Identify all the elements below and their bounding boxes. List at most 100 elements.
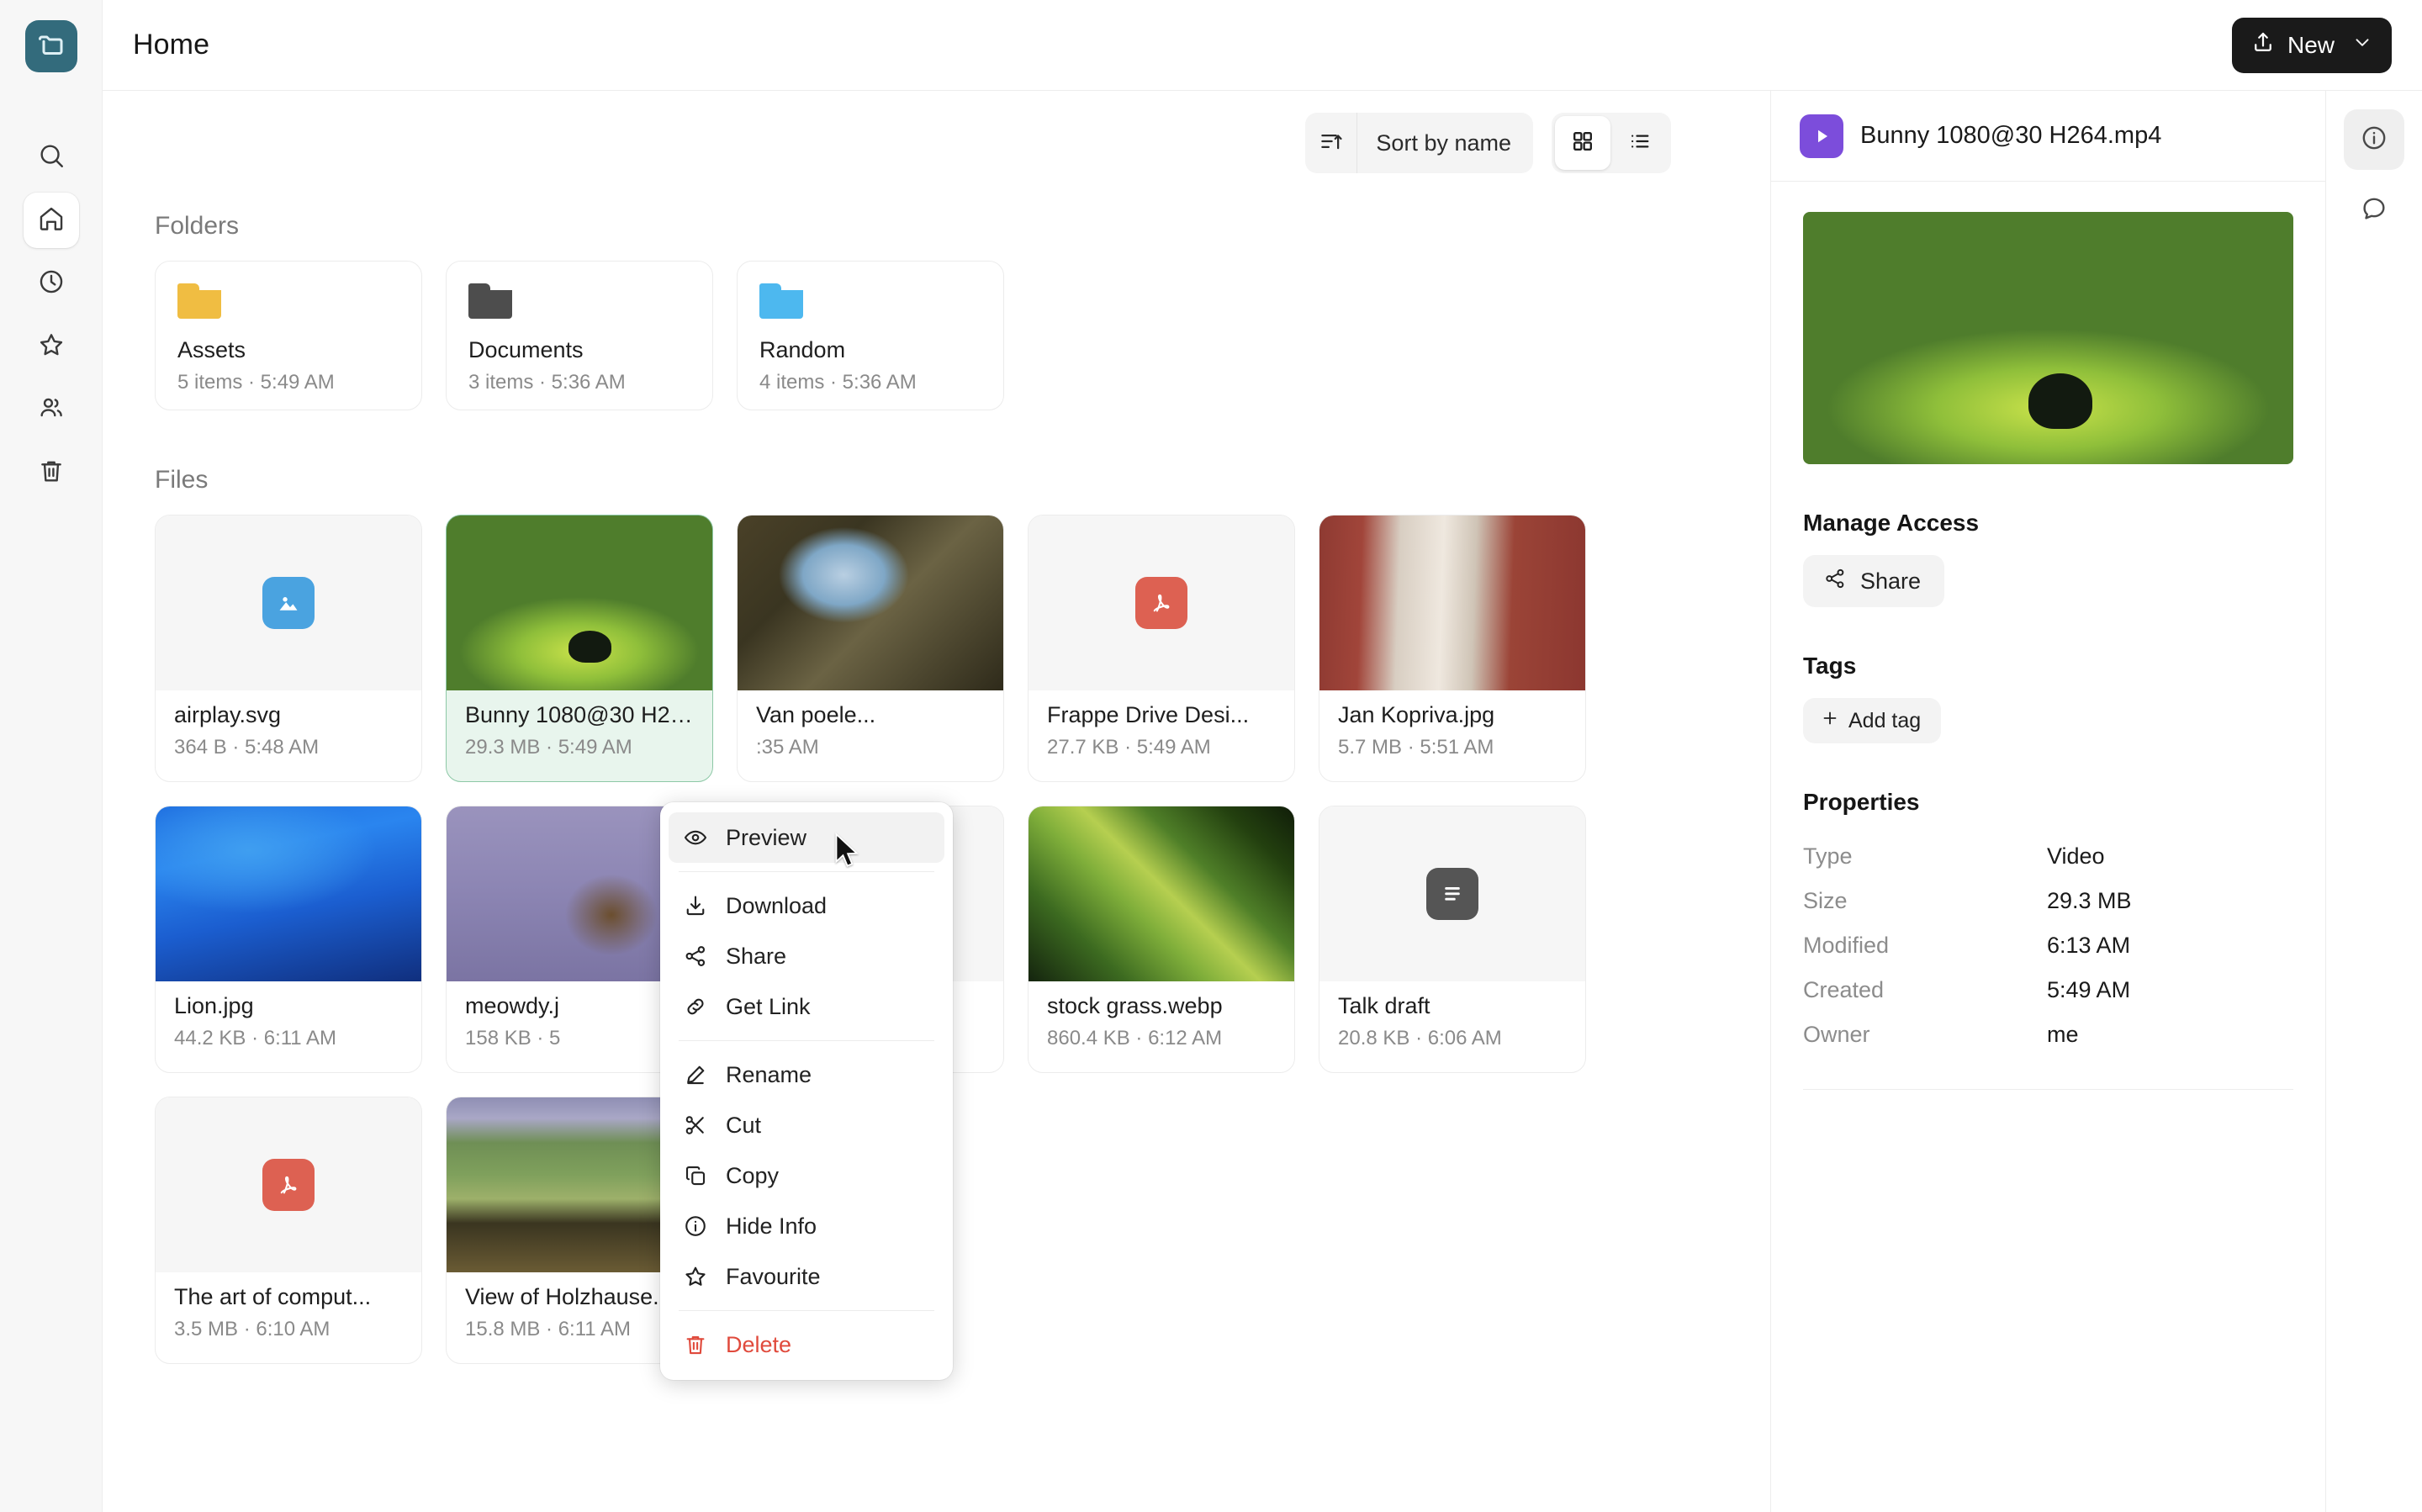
sort-control[interactable]: Sort by name	[1305, 113, 1533, 173]
sidebar-item-trash[interactable]	[24, 445, 79, 500]
pdf-file-icon	[262, 1159, 315, 1211]
folder-card[interactable]: Random 4 items · 5:36 AM	[737, 261, 1004, 410]
context-menu-item-rename[interactable]: Rename	[669, 1049, 944, 1100]
file-card[interactable]: Talk draft 20.8 KB · 6:06 AM	[1319, 806, 1586, 1073]
upload-icon	[2250, 29, 2276, 61]
chevron-down-icon	[2351, 31, 2373, 59]
folder-name: Assets	[177, 337, 246, 362]
file-card[interactable]: Jan Kopriva.jpg 5.7 MB · 5:51 AM	[1319, 515, 1586, 782]
context-menu-item-download[interactable]: Download	[669, 880, 944, 931]
scissors-icon	[682, 1112, 709, 1139]
property-key: Modified	[1803, 933, 1890, 958]
sidebar-item-home[interactable]	[23, 193, 79, 248]
context-menu-item-get-link[interactable]: Get Link	[669, 981, 944, 1032]
home-icon	[37, 204, 66, 237]
copy-icon	[682, 1162, 709, 1189]
file-meta: 3.5 MB · 6:10 AM	[174, 1318, 331, 1341]
file-name: Lion.jpg	[174, 993, 254, 1018]
tags-heading: Tags	[1803, 653, 1857, 679]
property-value: 29.3 MB	[2047, 888, 2132, 913]
context-menu-item-favourite[interactable]: Favourite	[669, 1251, 944, 1302]
file-browser: Sort by name Folders Assets 5 items · 5:…	[103, 91, 1771, 1512]
info-panel-body: Manage Access Share Tags Add tag Propert…	[1771, 182, 2325, 1090]
add-tag-button[interactable]: Add tag	[1803, 698, 1942, 743]
context-menu-item-hide-info[interactable]: Hide Info	[669, 1201, 944, 1251]
file-card[interactable]: Bunny 1080@30 H264.mp4 29.3 MB · 5:49 AM	[446, 515, 713, 782]
context-menu-item-label: Cut	[726, 1112, 762, 1138]
file-meta: 27.7 KB · 5:49 AM	[1047, 736, 1211, 759]
grid-view-button[interactable]	[1555, 116, 1610, 170]
file-name: Frappe Drive Desi...	[1047, 702, 1250, 727]
context-menu-item-label: Copy	[726, 1162, 780, 1188]
property-row: Size 29.3 MB	[1803, 879, 2293, 923]
file-name: The art of comput...	[174, 1284, 372, 1309]
file-card[interactable]: Van poele...:35 AM	[737, 515, 1004, 782]
star-icon	[37, 330, 66, 363]
file-thumbnail	[156, 1097, 421, 1272]
pdf-file-icon	[1135, 577, 1187, 629]
context-menu-item-label: Preview	[726, 824, 807, 850]
top-bar: Home New	[103, 0, 2422, 91]
sidebar-item-shared[interactable]	[24, 382, 79, 437]
list-view-icon	[1628, 130, 1652, 157]
context-menu-item-copy[interactable]: Copy	[669, 1150, 944, 1201]
file-thumbnail	[156, 806, 421, 981]
file-meta: 5.7 MB · 5:51 AM	[1338, 736, 1494, 759]
file-info: Talk draft 20.8 KB · 6:06 AM	[1319, 981, 1585, 1050]
context-menu-item-cut[interactable]: Cut	[669, 1100, 944, 1150]
sort-ascending-icon	[1319, 129, 1344, 158]
new-button-label: New	[2287, 31, 2335, 58]
file-preview-thumbnail[interactable]	[1803, 212, 2293, 464]
file-card[interactable]: Lion.jpg 44.2 KB · 6:11 AM	[155, 806, 422, 1073]
info-panel-title: Bunny 1080@30 H264.mp4	[1860, 122, 2162, 149]
file-info: stock grass.webp 860.4 KB · 6:12 AM	[1029, 981, 1294, 1050]
folder-card[interactable]: Documents 3 items · 5:36 AM	[446, 261, 713, 410]
browser-toolbar: Sort by name	[136, 91, 1737, 195]
comment-bubble-icon	[2360, 194, 2388, 227]
property-key: Type	[1803, 843, 1853, 869]
context-menu-item-label: Get Link	[726, 993, 811, 1019]
context-menu-item-label: Download	[726, 892, 828, 918]
folder-card[interactable]: Assets 5 items · 5:49 AM	[155, 261, 422, 410]
folder-logo-icon	[36, 29, 66, 64]
context-menu-item-label: Share	[726, 943, 787, 969]
sidebar-item-favourites[interactable]	[24, 319, 79, 374]
sidebar-item-search[interactable]	[24, 130, 79, 185]
sidebar-item-recents[interactable]	[24, 256, 79, 311]
list-view-button[interactable]	[1612, 116, 1668, 170]
left-sidebar	[0, 0, 103, 1512]
star-icon	[682, 1263, 709, 1290]
trash-icon	[37, 457, 66, 489]
comments-panel-toggle[interactable]	[2344, 180, 2404, 241]
app-logo[interactable]	[24, 20, 77, 72]
folder-icon	[177, 283, 221, 319]
share-icon	[682, 943, 709, 970]
share-button[interactable]: Share	[1803, 555, 1945, 607]
main-column: Home New Sort by name Folders Assets 5 i…	[103, 0, 2422, 1512]
context-menu-item-preview[interactable]: Preview	[669, 812, 944, 863]
property-key: Size	[1803, 888, 1848, 913]
content-row: Sort by name Folders Assets 5 items · 5:…	[103, 91, 2422, 1512]
sort-button-label[interactable]: Sort by name	[1357, 130, 1533, 156]
files-section-heading: Files	[155, 466, 209, 494]
grid-view-icon	[1571, 130, 1594, 157]
folder-meta: 3 items · 5:36 AM	[468, 371, 626, 394]
file-thumbnail	[447, 515, 712, 690]
file-card[interactable]: stock grass.webp 860.4 KB · 6:12 AM	[1028, 806, 1295, 1073]
context-menu-item-share[interactable]: Share	[669, 931, 944, 981]
context-menu-separator	[679, 1040, 934, 1041]
file-card[interactable]: airplay.svg 364 B · 5:48 AM	[155, 515, 422, 782]
file-meta: 44.2 KB · 6:11 AM	[174, 1027, 336, 1050]
file-thumbnail	[1029, 515, 1294, 690]
file-card[interactable]: Frappe Drive Desi... 27.7 KB · 5:49 AM	[1028, 515, 1295, 782]
file-meta: :35 AM	[756, 736, 819, 759]
folder-name: Documents	[468, 337, 584, 362]
folder-icon	[759, 283, 803, 319]
file-card[interactable]: The art of comput... 3.5 MB · 6:10 AM	[155, 1097, 422, 1364]
context-menu-item-delete[interactable]: Delete	[669, 1319, 944, 1370]
sort-direction-button[interactable]	[1305, 113, 1358, 173]
info-panel-toggle[interactable]	[2344, 109, 2404, 170]
new-button[interactable]: New	[2231, 17, 2392, 73]
property-value: Video	[2047, 843, 2105, 869]
trash-icon	[682, 1331, 709, 1358]
